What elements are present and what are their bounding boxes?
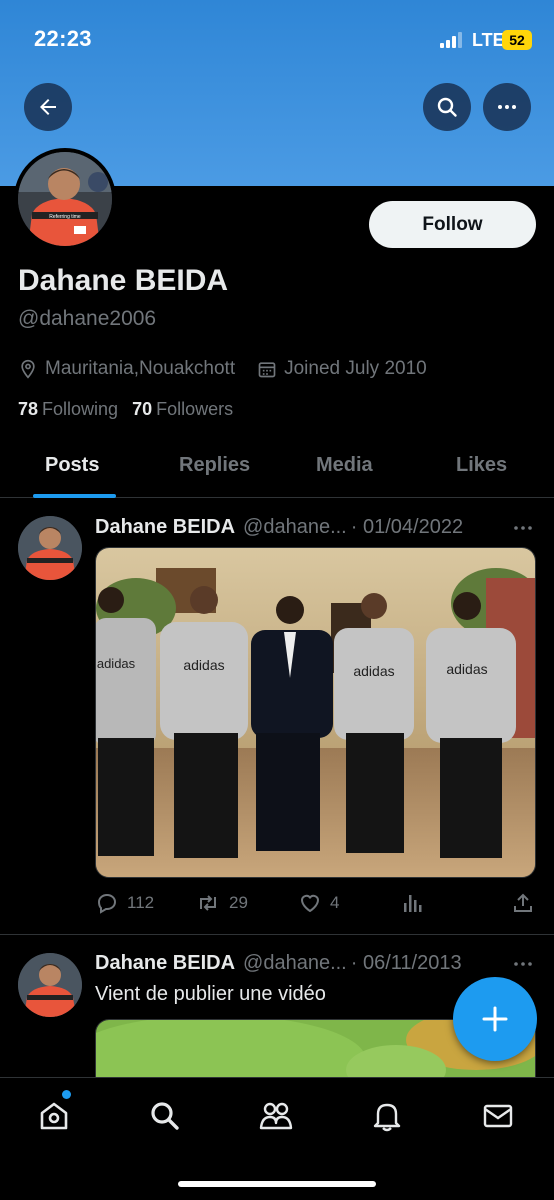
- post-author-name[interactable]: Dahane BEIDA: [95, 516, 235, 539]
- messages-icon: [483, 1104, 513, 1128]
- battery-icon: 52: [502, 30, 532, 50]
- post-header: Dahane BEIDA @dahane... · 01/04/2022: [95, 516, 463, 539]
- post-actions: 112 29 4: [95, 891, 536, 917]
- post-avatar[interactable]: [18, 516, 82, 580]
- post-more-icon[interactable]: [512, 954, 534, 974]
- reply-icon: [97, 893, 117, 914]
- nav-messages[interactable]: [478, 1096, 518, 1136]
- like-count: 4: [330, 893, 340, 912]
- location-pin-icon: [21, 359, 35, 379]
- photo-text-4: adidas: [446, 661, 487, 677]
- post-divider: [0, 934, 554, 935]
- network-label: LTE: [472, 30, 505, 50]
- avatar-caption: Referring time: [49, 214, 81, 220]
- following-label: Following: [42, 399, 119, 419]
- nav-search[interactable]: [145, 1096, 185, 1136]
- reply-count: 112: [127, 893, 155, 912]
- heart-icon: [300, 894, 320, 913]
- followers-link[interactable]: 70 Followers: [132, 399, 233, 420]
- profile-location: Mauritania,Nouakchott: [45, 358, 236, 379]
- profile-name: Dahane BEIDA: [18, 264, 229, 297]
- reply-button[interactable]: 112: [95, 891, 154, 915]
- nav-communities[interactable]: [256, 1096, 296, 1136]
- post-author-handle: @dahane...: [243, 952, 347, 974]
- post-author-name[interactable]: Dahane BEIDA: [95, 952, 235, 975]
- signal-icon: [440, 32, 464, 48]
- profile-joined: Joined July 2010: [284, 358, 427, 379]
- search-icon: [437, 97, 457, 117]
- home-unread-dot: [62, 1090, 71, 1099]
- arrow-left-icon: [40, 99, 56, 115]
- post-author-handle: @dahane...: [243, 516, 347, 538]
- communities-icon: [259, 1102, 293, 1130]
- more-horizontal-icon: [498, 105, 516, 109]
- repost-icon: [200, 895, 216, 911]
- nav-home[interactable]: [34, 1096, 74, 1136]
- photo-text-1: adidas: [97, 656, 136, 671]
- tab-posts[interactable]: Posts: [45, 454, 99, 477]
- search-icon: [151, 1102, 179, 1130]
- profile-handle: @dahane2006: [18, 307, 157, 330]
- post-more-icon[interactable]: [512, 518, 534, 538]
- followers-label: Followers: [156, 399, 234, 419]
- home-indicator: [178, 1181, 376, 1187]
- post-header: Dahane BEIDA @dahane... · 06/11/2013: [95, 952, 462, 975]
- repost-button[interactable]: 29: [195, 891, 248, 915]
- like-button[interactable]: 4: [298, 891, 339, 915]
- compose-button[interactable]: [453, 977, 537, 1061]
- group-photo-image: adidas adidas adidas adidas: [96, 548, 535, 877]
- photo-text-2: adidas: [183, 657, 224, 673]
- battery-level: 52: [509, 32, 525, 48]
- active-tab-indicator: [33, 494, 116, 498]
- back-button[interactable]: [24, 83, 72, 131]
- plus-icon: [482, 1006, 508, 1032]
- profile-stats: 78 Following 70 Followers: [18, 399, 233, 420]
- notifications-icon: [373, 1103, 401, 1132]
- profile-tabs: Posts Replies Media Likes: [0, 440, 554, 498]
- tab-media[interactable]: Media: [316, 454, 373, 477]
- location-item: Mauritania,Nouakchott: [18, 358, 235, 380]
- tab-replies[interactable]: Replies: [179, 454, 250, 477]
- post-photo[interactable]: adidas adidas adidas adidas: [95, 547, 536, 878]
- post-text: Vient de publier une vidéo: [95, 983, 326, 1005]
- followers-count: 70: [132, 399, 153, 419]
- status-time: 22:23: [34, 26, 92, 51]
- post-date: · 06/11/2013: [350, 952, 462, 974]
- views-button[interactable]: [400, 891, 424, 915]
- profile-meta: Mauritania,Nouakchott Joined July 2010: [18, 356, 449, 382]
- search-button[interactable]: [423, 83, 471, 131]
- post-avatar[interactable]: [18, 953, 82, 1017]
- analytics-icon: [404, 895, 422, 912]
- post-date: · 01/04/2022: [350, 516, 464, 538]
- photo-text-3: adidas: [353, 663, 394, 679]
- share-button[interactable]: [511, 891, 535, 915]
- following-count: 78: [18, 399, 39, 419]
- tab-likes[interactable]: Likes: [456, 454, 507, 477]
- profile-avatar[interactable]: Referring time: [14, 148, 116, 250]
- home-icon: [40, 1102, 68, 1130]
- following-link[interactable]: 78 Following: [18, 399, 118, 420]
- follow-button[interactable]: Follow: [369, 201, 536, 248]
- more-button[interactable]: [483, 83, 531, 131]
- repost-count: 29: [229, 893, 248, 912]
- share-icon: [514, 893, 532, 912]
- calendar-icon: [258, 362, 276, 378]
- joined-item: Joined July 2010: [257, 358, 427, 380]
- nav-notifications[interactable]: [367, 1096, 407, 1136]
- status-bar: 22:23 LTE 52: [0, 0, 554, 80]
